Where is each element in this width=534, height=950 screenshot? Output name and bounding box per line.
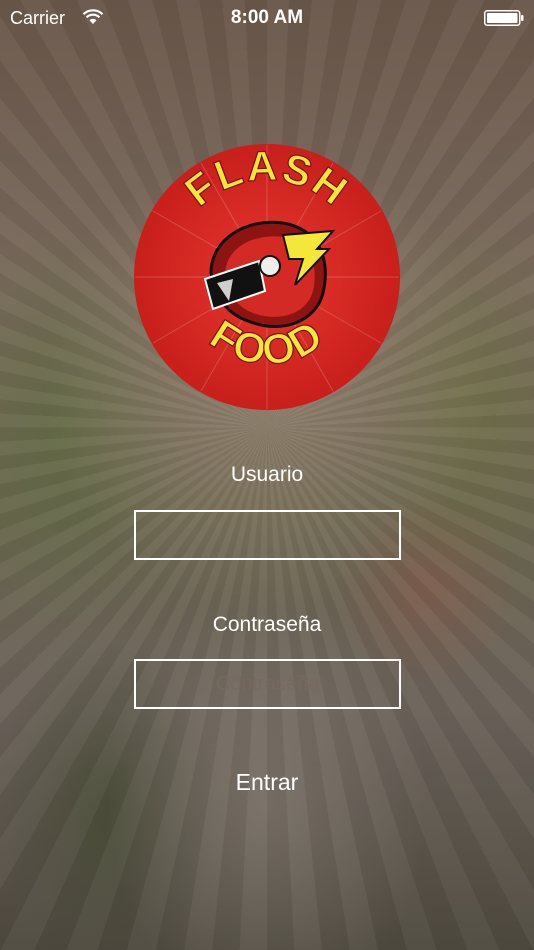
password-input[interactable] xyxy=(134,659,401,709)
status-clock: 8:00 AM xyxy=(230,7,304,28)
login-screen: Carrier 8:00 AM FLASH FOOD Usuario Contr… xyxy=(0,0,534,950)
password-label: Contraseña xyxy=(212,613,322,636)
username-label: Usuario xyxy=(230,463,304,486)
username-input[interactable] xyxy=(134,510,401,560)
battery-icon xyxy=(484,10,524,26)
flash-food-logo: FLASH FOOD xyxy=(134,143,400,410)
status-bar: Carrier 8:00 AM xyxy=(0,0,534,36)
enter-button[interactable]: Entrar xyxy=(167,760,367,804)
